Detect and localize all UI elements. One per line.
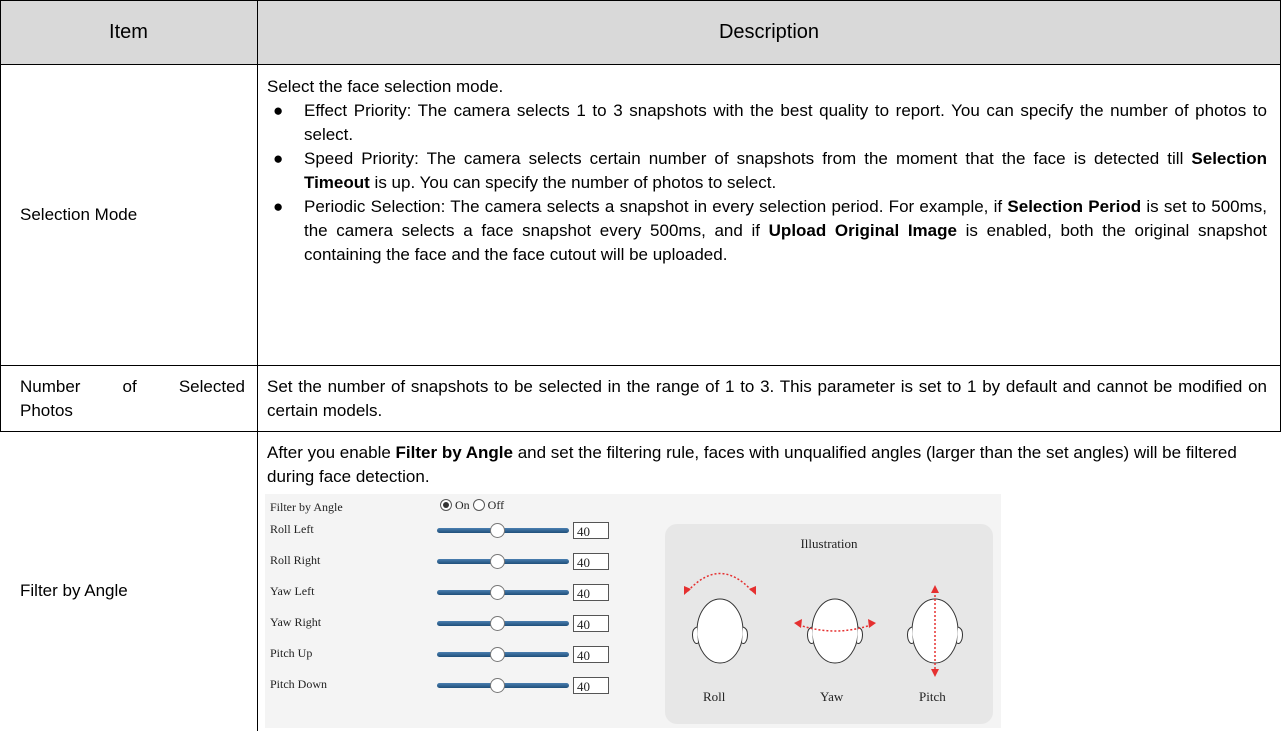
- slider-label: Pitch Down: [270, 677, 327, 691]
- bullet-periodic-selection: ● Periodic Selection: The camera selects …: [267, 195, 1267, 267]
- item-line: Photos: [20, 401, 73, 420]
- radio-label: On: [452, 498, 470, 512]
- bullet-effect-priority: ● Effect Priority: The camera selects 1 t…: [267, 99, 1267, 147]
- face-roll-label: Roll: [703, 689, 726, 704]
- bullet-icon: ●: [273, 149, 284, 168]
- angle-value-input[interactable]: 40: [573, 584, 609, 601]
- bullet-icon: ●: [273, 101, 284, 120]
- row-desc-selection-mode: Select the face selection mode. ● Effect …: [267, 75, 1267, 267]
- row-item-filter-angle: Filter by Angle: [20, 581, 128, 600]
- bullet-text: Speed Priority: The camera selects certa…: [304, 149, 1192, 168]
- angle-value-input[interactable]: 40: [573, 553, 609, 570]
- radio-button-icon[interactable]: [472, 499, 485, 511]
- row-desc-number-selected: Set the number of snapshots to be select…: [267, 377, 1267, 420]
- item-line: Number of Selected: [20, 377, 245, 396]
- radio-off[interactable]: Off: [472, 498, 505, 512]
- bullet-icon: ●: [273, 197, 284, 216]
- bullet-text: Periodic Selection: The camera selects a…: [304, 197, 1008, 216]
- bullet-text: is up. You can specify the number of pho…: [369, 173, 777, 192]
- column-divider: [257, 0, 258, 731]
- row-item-number-selected: Number of Selected Photos: [20, 375, 245, 423]
- angle-value-input[interactable]: 40: [573, 615, 609, 632]
- radio-button-icon[interactable]: [440, 499, 452, 511]
- head-outline: [696, 598, 744, 664]
- bullet-text: Effect Priority: The camera selects 1 to…: [304, 101, 1267, 144]
- row-desc-filter-angle: After you enable Filter by Angle and set…: [267, 441, 1267, 489]
- arrowhead-icon: [684, 586, 691, 595]
- slider-label: Yaw Right: [270, 615, 322, 629]
- bold-term: Upload Original Image: [768, 221, 957, 240]
- slider-label: Roll Left: [270, 522, 314, 536]
- arrowhead-icon: [749, 586, 756, 595]
- header-item: Item: [109, 21, 148, 43]
- slider-handle[interactable]: [490, 523, 505, 538]
- angle-value-input[interactable]: 40: [573, 646, 609, 663]
- arrowhead-icon: [931, 669, 939, 677]
- bold-term: Selection Period: [1007, 197, 1142, 216]
- row-item-selection-mode: Selection Mode: [20, 205, 138, 224]
- slider-handle[interactable]: [490, 554, 505, 569]
- divider: [0, 64, 1281, 65]
- border-left: [0, 0, 1, 431]
- bold-term: Filter by Angle: [395, 443, 513, 462]
- divider: [0, 431, 1281, 432]
- filter-angle-settings-screenshot: Filter by Angle On Off Roll Left 40 Roll Ri…: [265, 494, 1001, 728]
- radio-on[interactable]: On: [440, 498, 470, 512]
- on-off-radio-group: On Off: [440, 498, 507, 513]
- arrowhead-icon: [868, 619, 876, 628]
- bullet-speed-priority: ● Speed Priority: The camera selects cert…: [267, 147, 1267, 195]
- desc-text: After you enable: [267, 443, 396, 462]
- slider-handle[interactable]: [490, 678, 505, 693]
- border-top: [0, 0, 1281, 1]
- face-pitch-label: Pitch: [919, 689, 946, 704]
- slider-label: Roll Right: [270, 553, 321, 567]
- angle-value-input[interactable]: 40: [573, 522, 609, 539]
- intro-text: Select the face selection mode.: [267, 77, 504, 96]
- slider-label: Pitch Up: [270, 646, 313, 660]
- arrowhead-icon: [931, 585, 939, 593]
- slider-handle[interactable]: [490, 647, 505, 662]
- roll-arrow-icon: [687, 572, 753, 592]
- face-yaw-label: Yaw: [820, 689, 844, 704]
- illustration-panel: Illustration Roll Yaw Pitch: [665, 524, 993, 724]
- angle-value-input[interactable]: 40: [573, 677, 609, 694]
- slider-handle[interactable]: [490, 616, 505, 631]
- toggle-label: Filter by Angle: [270, 500, 343, 514]
- header-description: Description: [718, 21, 820, 43]
- arrowhead-icon: [794, 619, 802, 628]
- slider-handle[interactable]: [490, 585, 505, 600]
- divider: [0, 365, 1281, 366]
- slider-label: Yaw Left: [270, 584, 315, 598]
- radio-label: Off: [484, 498, 505, 512]
